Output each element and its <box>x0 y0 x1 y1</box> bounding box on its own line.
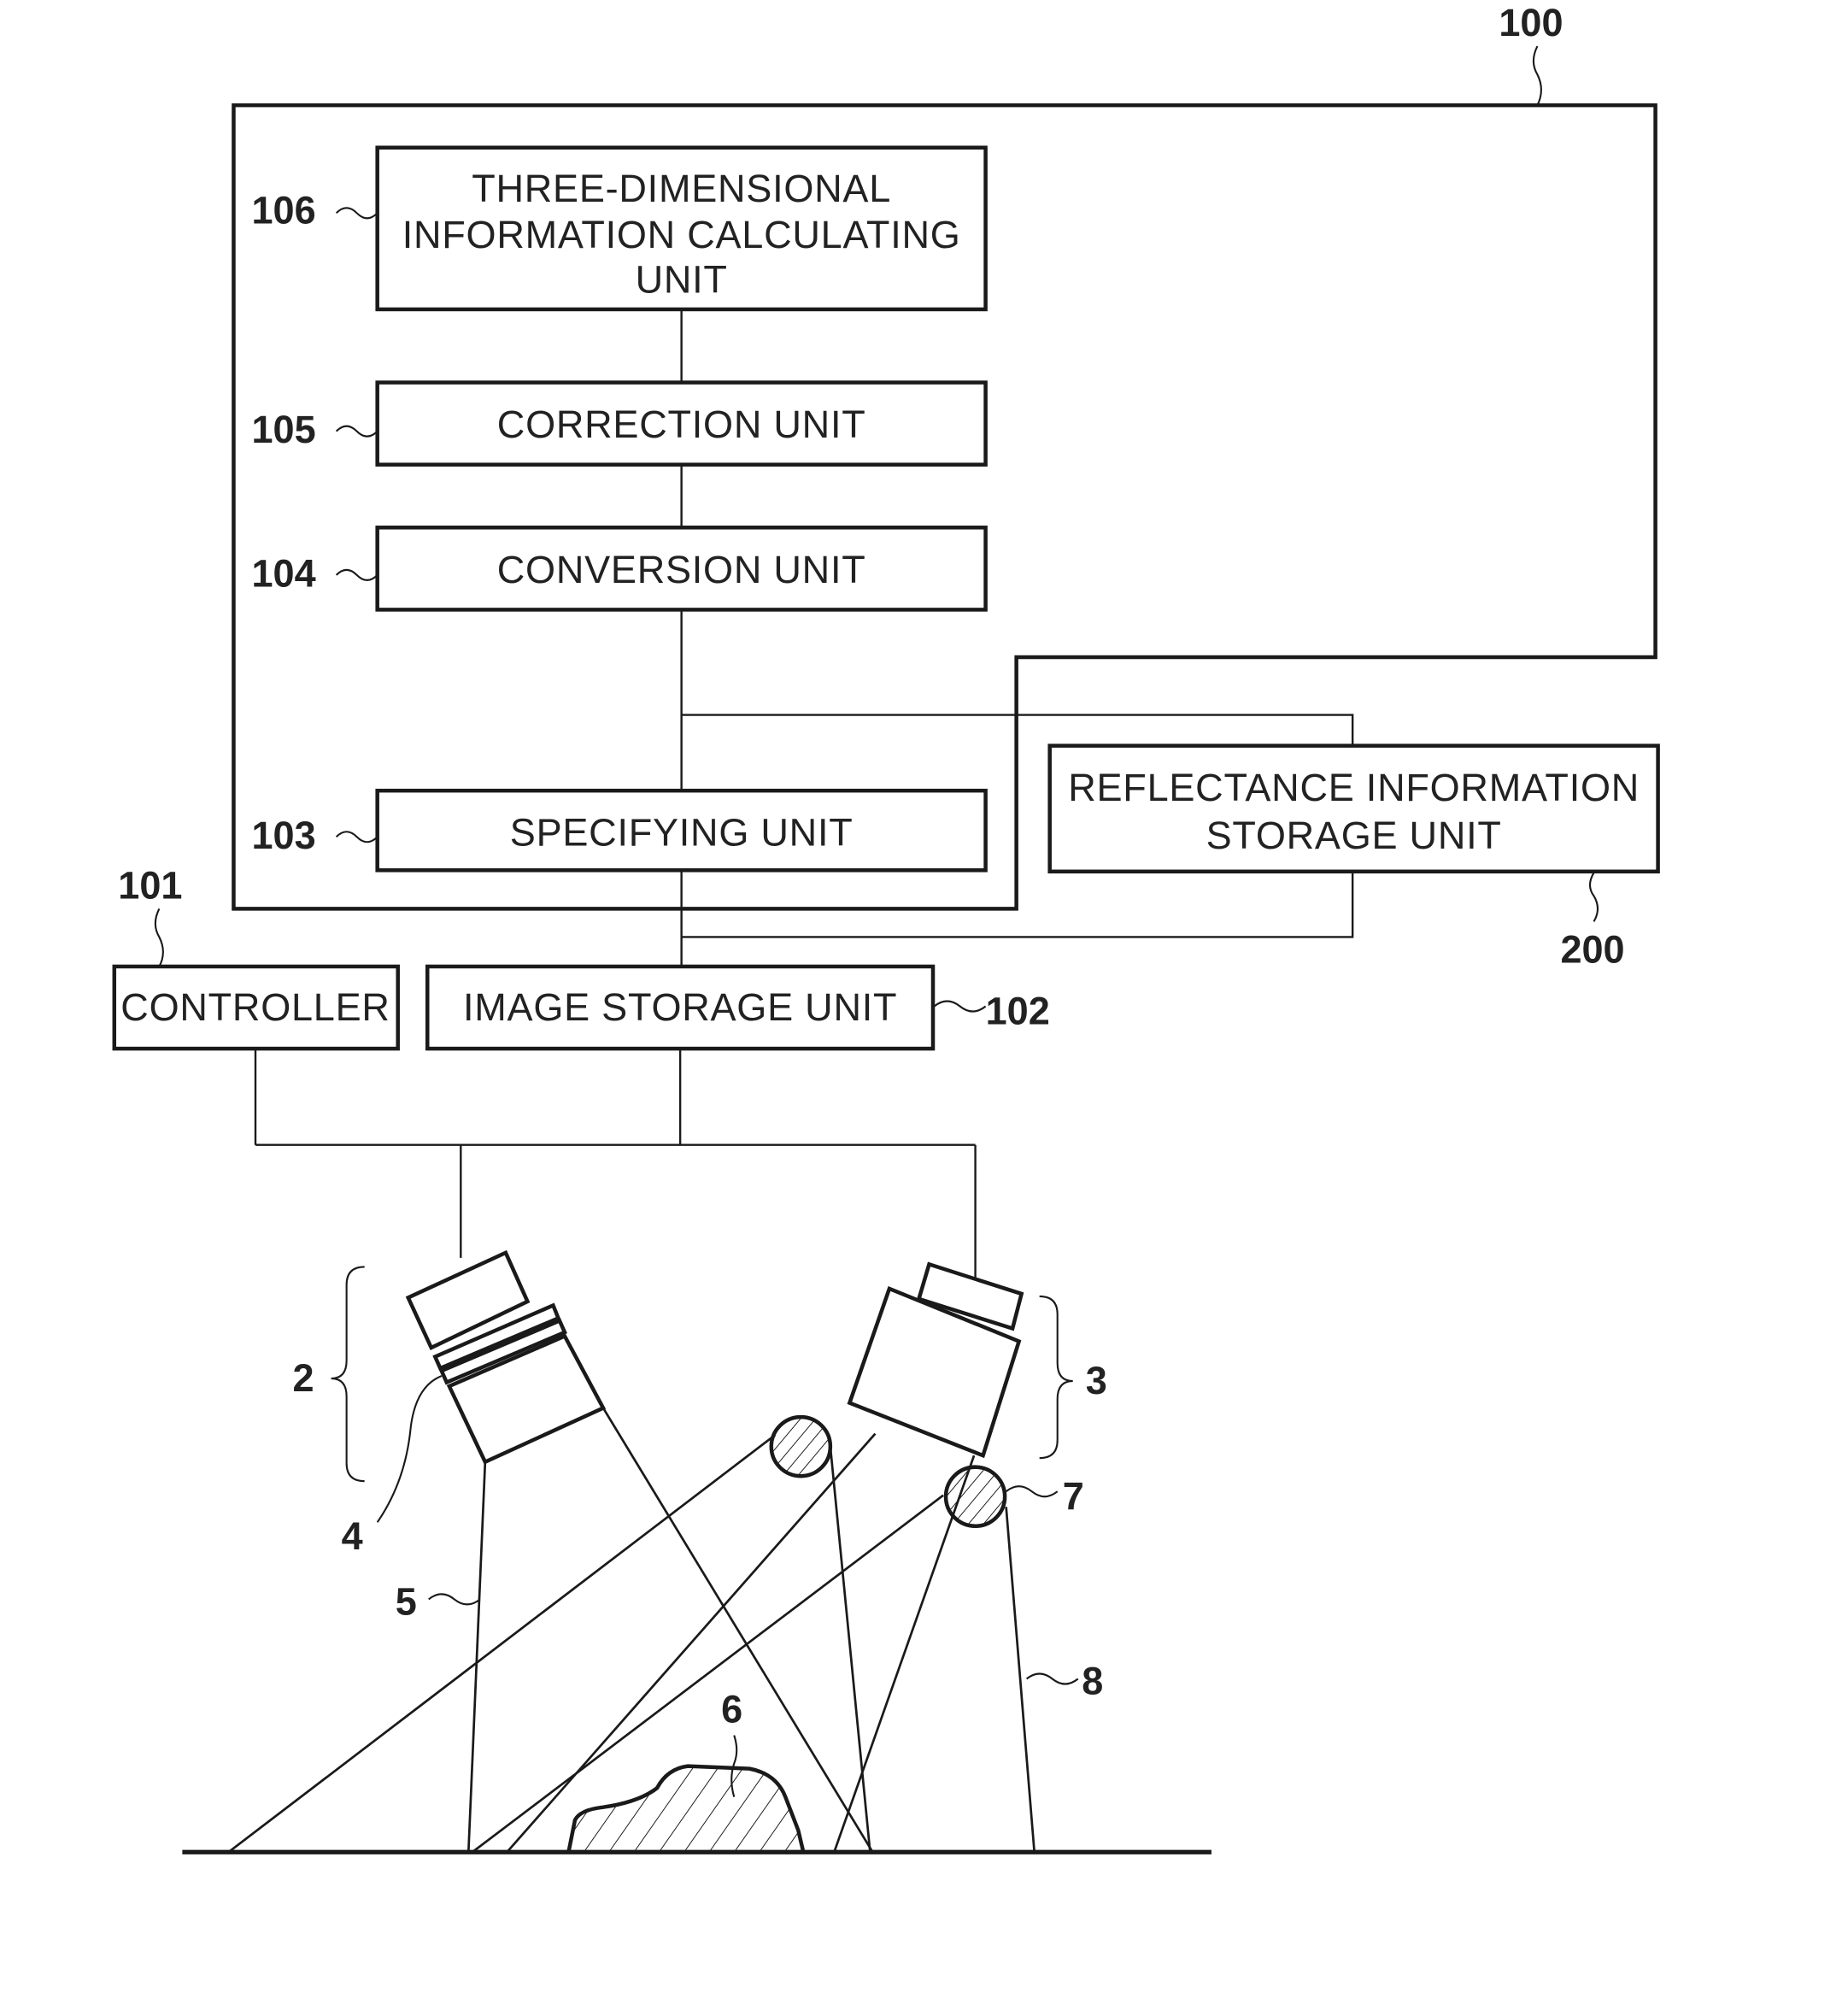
controller-label: CONTROLLER <box>120 985 390 1029</box>
unit-103-specifying: SPECIFYING UNIT <box>375 788 988 873</box>
ref-200: 200 <box>1560 927 1624 971</box>
reflectance-information-storage-unit-200: REFLECTANCE INFORMATION STORAGE UNIT <box>1047 743 1660 874</box>
light-source-a <box>769 1414 833 1478</box>
unit-105-label: CORRECTION UNIT <box>497 403 866 446</box>
leader-4 <box>376 1375 443 1523</box>
leader-104 <box>335 568 378 581</box>
light-source-7 <box>943 1465 1007 1529</box>
leader-106 <box>335 207 378 220</box>
controller-101: CONTROLLER <box>112 964 400 1051</box>
ref-6: 6 <box>721 1688 742 1731</box>
image-storage-label: IMAGE STORAGE UNIT <box>463 985 897 1029</box>
camera-3 <box>847 1261 1024 1459</box>
leader-8 <box>1025 1672 1079 1685</box>
unit-104-conversion: CONVERSION UNIT <box>375 526 988 612</box>
ref-106: 106 <box>251 188 315 232</box>
ref-5: 5 <box>396 1579 417 1623</box>
ref-8: 8 <box>1082 1660 1103 1703</box>
ref-3: 3 <box>1086 1359 1107 1402</box>
unit-106-line-3: UNIT <box>636 257 728 301</box>
leader-7 <box>1005 1485 1059 1498</box>
block-diagram: 100 THREE-DIMENSIONAL INFORMATION CALCUL… <box>112 1 1660 1854</box>
leader-105 <box>335 425 378 438</box>
image-storage-unit-102: IMAGE STORAGE UNIT <box>425 964 936 1051</box>
ref-103: 103 <box>251 814 315 857</box>
brace-3 <box>1039 1295 1073 1460</box>
storage-200-line-2: STORAGE UNIT <box>1206 814 1502 857</box>
leader-200 <box>1588 872 1599 922</box>
leader-5 <box>428 1593 481 1606</box>
unit-106-line-1: THREE-DIMENSIONAL <box>472 167 891 210</box>
ref-101: 101 <box>118 863 182 907</box>
leader-100 <box>1532 45 1542 106</box>
ref-104: 104 <box>251 551 315 595</box>
leader-103 <box>335 831 378 843</box>
ref-4: 4 <box>342 1514 363 1558</box>
unit-106-line-2: INFORMATION CALCULATING <box>402 213 961 256</box>
projector-2 <box>405 1249 607 1465</box>
ref-100: 100 <box>1499 1 1563 44</box>
storage-200-line-1: REFLECTANCE INFORMATION <box>1068 766 1640 809</box>
unit-103-label: SPECIFYING UNIT <box>510 811 854 855</box>
ref-7: 7 <box>1063 1474 1084 1518</box>
leader-102 <box>933 1000 987 1013</box>
ref-2: 2 <box>293 1356 314 1400</box>
unit-105-correction: CORRECTION UNIT <box>375 380 988 467</box>
light-7-ray-right <box>1005 1507 1036 1853</box>
brace-2 <box>331 1266 365 1483</box>
ref-102: 102 <box>986 990 1050 1033</box>
ref-105: 105 <box>251 408 315 451</box>
object-6 <box>566 1764 807 1854</box>
leader-101 <box>154 908 164 967</box>
unit-106-three-dimensional-information-calculating: THREE-DIMENSIONAL INFORMATION CALCULATIN… <box>375 145 988 312</box>
unit-104-label: CONVERSION UNIT <box>497 548 866 591</box>
